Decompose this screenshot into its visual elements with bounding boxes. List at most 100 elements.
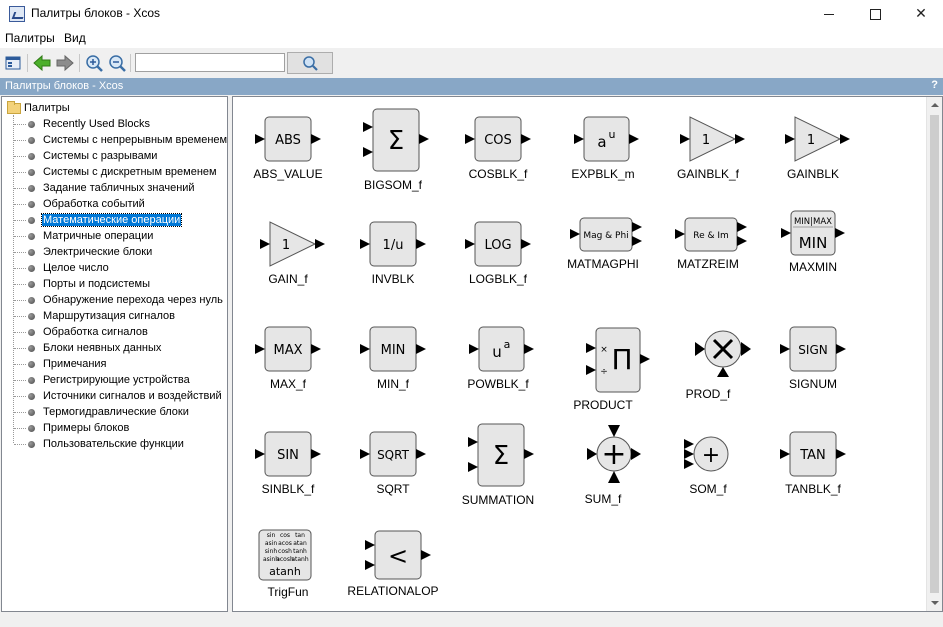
tree-item[interactable]: Пользовательские функции	[14, 436, 185, 452]
tree-item-label: Обработка сигналов	[43, 326, 148, 338]
palette-block[interactable]: sin cos tan asin acos atan sinh cosh tanh asinh ac…	[233, 517, 343, 617]
leaf-dot-icon	[28, 408, 35, 416]
tree-item[interactable]: Термогидравлические блоки	[14, 404, 190, 420]
palette-block[interactable]: < RELATIONALOP	[338, 517, 448, 617]
block-name: PRODUCT	[573, 398, 633, 412]
block-name: PROD_f	[685, 387, 731, 401]
palette-block[interactable]: Σ BIGSOM_f	[338, 97, 448, 197]
palette-block[interactable]: TAN TANBLK_f	[758, 412, 868, 512]
vertical-scrollbar[interactable]	[926, 97, 942, 611]
tree-item[interactable]: Примеры блоков	[14, 420, 130, 436]
back-arrow-icon[interactable]	[32, 53, 52, 73]
palette-tree[interactable]: Палитры Recently Used Blocks Системы с не…	[1, 96, 228, 612]
tree-item-label: Системы с непрерывным временем	[43, 134, 228, 146]
tree-item[interactable]: Обнаружение перехода через нуль	[14, 292, 224, 308]
tree-item[interactable]: Обработка событий	[14, 196, 146, 212]
palette-block[interactable]: MAX MAX_f	[233, 307, 343, 407]
block-icon: Π× ÷	[586, 327, 650, 393]
maximize-button[interactable]	[852, 0, 898, 28]
palette-block[interactable]: 1 GAIN_f	[233, 202, 343, 302]
scroll-up-icon[interactable]	[927, 97, 943, 113]
palette-block[interactable]: MIN|MAX MIN MAXMIN	[758, 202, 868, 302]
tree-item-label: Математические операции	[40, 213, 183, 227]
block-symbol: <	[388, 542, 408, 570]
leaf-dot-icon	[28, 184, 35, 192]
tree-item[interactable]: Примечания	[14, 356, 108, 372]
help-button[interactable]: ?	[931, 79, 938, 91]
tree-item[interactable]: Матричные операции	[14, 228, 154, 244]
scrollbar-thumb[interactable]	[930, 115, 939, 593]
palette-block[interactable]: LOG LOGBLK_f	[443, 202, 553, 302]
block-symbol: a	[504, 338, 511, 351]
tree-item[interactable]: Источники сигналов и воздействий	[14, 388, 223, 404]
block-symbol: LOG	[484, 238, 511, 253]
tree-connector	[14, 443, 26, 445]
title-bar: Палитры блоков - Xcos ✕	[0, 0, 943, 28]
leaf-dot-icon	[28, 328, 35, 336]
block-symbol: TAN	[799, 448, 826, 463]
palette-icon[interactable]	[3, 53, 23, 73]
tree-item[interactable]: Системы с дискретным временем	[14, 164, 218, 180]
palette-block[interactable]: SIN SINBLK_f	[233, 412, 343, 512]
palette-block[interactable]: + SUM_f	[548, 412, 658, 512]
palette-block[interactable]: COS COSBLK_f	[443, 97, 553, 197]
palette-block[interactable]: MIN MIN_f	[338, 307, 448, 407]
palette-block[interactable]: ABS ABS_VALUE	[233, 97, 343, 197]
leaf-dot-icon	[28, 264, 35, 272]
tree-item[interactable]: Регистрирующие устройства	[14, 372, 191, 388]
tree-root[interactable]: Палитры	[7, 100, 70, 115]
tree-item-label: Термогидравлические блоки	[43, 406, 189, 418]
tree-item[interactable]: Блоки неявных данных	[14, 340, 162, 356]
tree-item[interactable]: Системы с разрывами	[14, 148, 158, 164]
tree-item-label: Маршрутизация сигналов	[43, 310, 175, 322]
leaf-dot-icon	[28, 312, 35, 320]
leaf-dot-icon	[28, 216, 35, 224]
tree-item-label: Матричные операции	[43, 230, 154, 242]
scroll-down-icon[interactable]	[927, 595, 943, 611]
palette-block[interactable]: a u EXPBLK_m	[548, 97, 658, 197]
tree-item[interactable]: Маршрутизация сигналов	[14, 308, 176, 324]
block-icon: MIN|MAX MIN	[781, 210, 845, 256]
palette-block[interactable]: Re & Im MATZREIM	[653, 202, 763, 302]
tree-item[interactable]: Системы с непрерывным временем	[14, 132, 228, 148]
block-symbol: +	[702, 443, 720, 468]
palette-block[interactable]: u a POWBLK_f	[443, 307, 553, 407]
tree-connector	[14, 347, 26, 349]
zoom-in-icon[interactable]	[84, 53, 104, 73]
search-button[interactable]	[287, 52, 333, 74]
tree-item[interactable]: Целое число	[14, 260, 110, 276]
forward-arrow-icon[interactable]	[55, 53, 75, 73]
folder-icon	[7, 100, 21, 114]
tree-item[interactable]: Электрические блоки	[14, 244, 153, 260]
tree-item[interactable]: Recently Used Blocks	[14, 116, 151, 132]
block-symbol: 1	[282, 238, 290, 253]
tree-item[interactable]: Математические операции	[14, 212, 183, 228]
palette-block[interactable]: 1/u INVBLK	[338, 202, 448, 302]
block-icon: Σ	[363, 108, 429, 172]
palette-block[interactable]: 1 GAINBLK_f	[653, 97, 763, 197]
palette-block[interactable]: Π × ÷ PRODUCT	[548, 307, 658, 412]
block-symbol: SIGN	[798, 343, 827, 357]
search-input[interactable]	[135, 53, 285, 72]
menu-palettes[interactable]: Палитры	[5, 31, 55, 45]
palette-block[interactable]: SIGN SIGNUM	[758, 307, 868, 407]
close-button[interactable]: ✕	[898, 0, 943, 28]
palette-block[interactable]: PROD_f	[653, 307, 763, 407]
block-name: GAIN_f	[268, 272, 308, 286]
block-name: INVBLK	[371, 272, 415, 286]
tree-item[interactable]: Обработка сигналов	[14, 324, 149, 340]
block-name: MAXMIN	[789, 260, 837, 274]
palette-block[interactable]: 1 GAINBLK	[758, 97, 868, 197]
minimize-button[interactable]	[806, 0, 852, 28]
toolbar-separator	[27, 54, 28, 72]
tree-item[interactable]: Задание табличных значений	[14, 180, 196, 196]
tree-connector	[14, 251, 26, 253]
palette-block[interactable]: Σ SUMMATION	[443, 412, 553, 512]
palette-block[interactable]: Mag & Phi MATMAGPHI	[548, 202, 658, 302]
zoom-out-icon[interactable]	[107, 53, 127, 73]
palette-block[interactable]: SQRT SQRT	[338, 412, 448, 512]
menu-view[interactable]: Вид	[64, 31, 86, 45]
tree-item[interactable]: Порты и подсистемы	[14, 276, 151, 292]
palette-block[interactable]: + SOM_f	[653, 412, 763, 512]
block-name: LOGBLK_f	[468, 272, 528, 286]
